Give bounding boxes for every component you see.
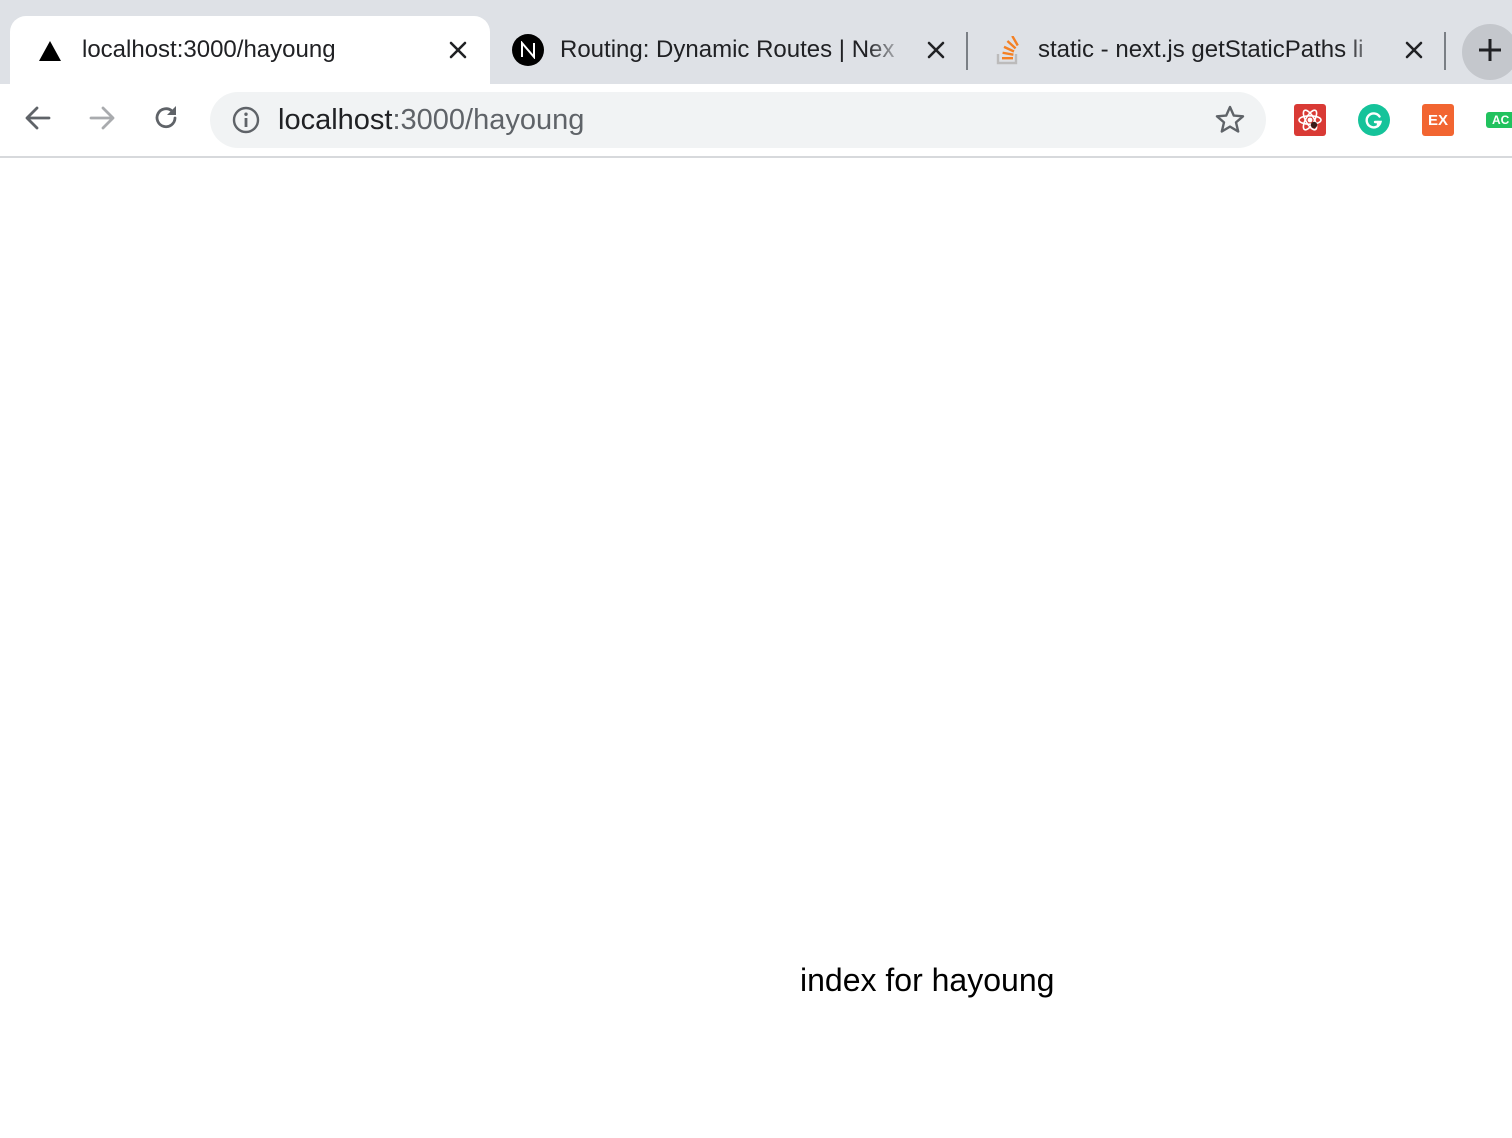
tab-strip: localhost:3000/hayoung Routing: Dynamic … <box>0 0 1512 84</box>
tab-separator <box>1444 32 1446 70</box>
ex-extension-icon[interactable]: EX <box>1422 104 1454 136</box>
forward-button[interactable] <box>80 100 124 140</box>
triangle-favicon-icon <box>38 40 62 62</box>
tab-title: localhost:3000/hayoung <box>82 36 336 63</box>
info-icon[interactable] <box>232 106 260 134</box>
ac-extension-icon[interactable]: AC <box>1486 112 1512 128</box>
tab-separator <box>966 32 968 70</box>
tab-nextjs-routing[interactable]: Routing: Dynamic Routes | Nex <box>490 16 964 84</box>
url-path: :3000/hayoung <box>392 104 585 136</box>
new-tab-button[interactable] <box>1462 24 1512 80</box>
grammarly-icon[interactable] <box>1358 104 1390 136</box>
tab-close-icon[interactable] <box>1400 36 1428 64</box>
react-devtools-icon[interactable] <box>1294 104 1326 136</box>
tab-localhost[interactable]: localhost:3000/hayoung <box>10 16 490 84</box>
address-bar[interactable]: localhost:3000/hayoung <box>210 92 1266 148</box>
stackoverflow-favicon-icon <box>994 35 1022 66</box>
tab-stackoverflow[interactable]: static - next.js getStaticPaths li <box>970 16 1444 84</box>
plus-icon <box>1477 37 1503 68</box>
star-icon[interactable] <box>1214 104 1246 136</box>
arrow-left-icon <box>23 103 53 138</box>
reload-button[interactable] <box>144 100 188 140</box>
url-host: localhost <box>278 104 393 136</box>
browser-toolbar: localhost:3000/hayoung EX AC <box>0 84 1512 158</box>
ac-extension-label: AC <box>1492 113 1510 127</box>
nextjs-favicon-icon <box>512 34 544 66</box>
back-button[interactable] <box>16 100 60 140</box>
reload-icon <box>151 103 181 138</box>
tab-close-icon[interactable] <box>922 36 950 64</box>
arrow-right-icon <box>87 103 117 138</box>
page-text: index for hayoung <box>800 962 1055 998</box>
tab-close-icon[interactable] <box>444 36 472 64</box>
tab-title: Routing: Dynamic Routes | Nex <box>560 36 895 63</box>
ex-extension-label: EX <box>1427 111 1448 129</box>
tab-title: static - next.js getStaticPaths li <box>1038 36 1364 63</box>
url-text[interactable]: localhost:3000/hayoung <box>278 92 584 148</box>
